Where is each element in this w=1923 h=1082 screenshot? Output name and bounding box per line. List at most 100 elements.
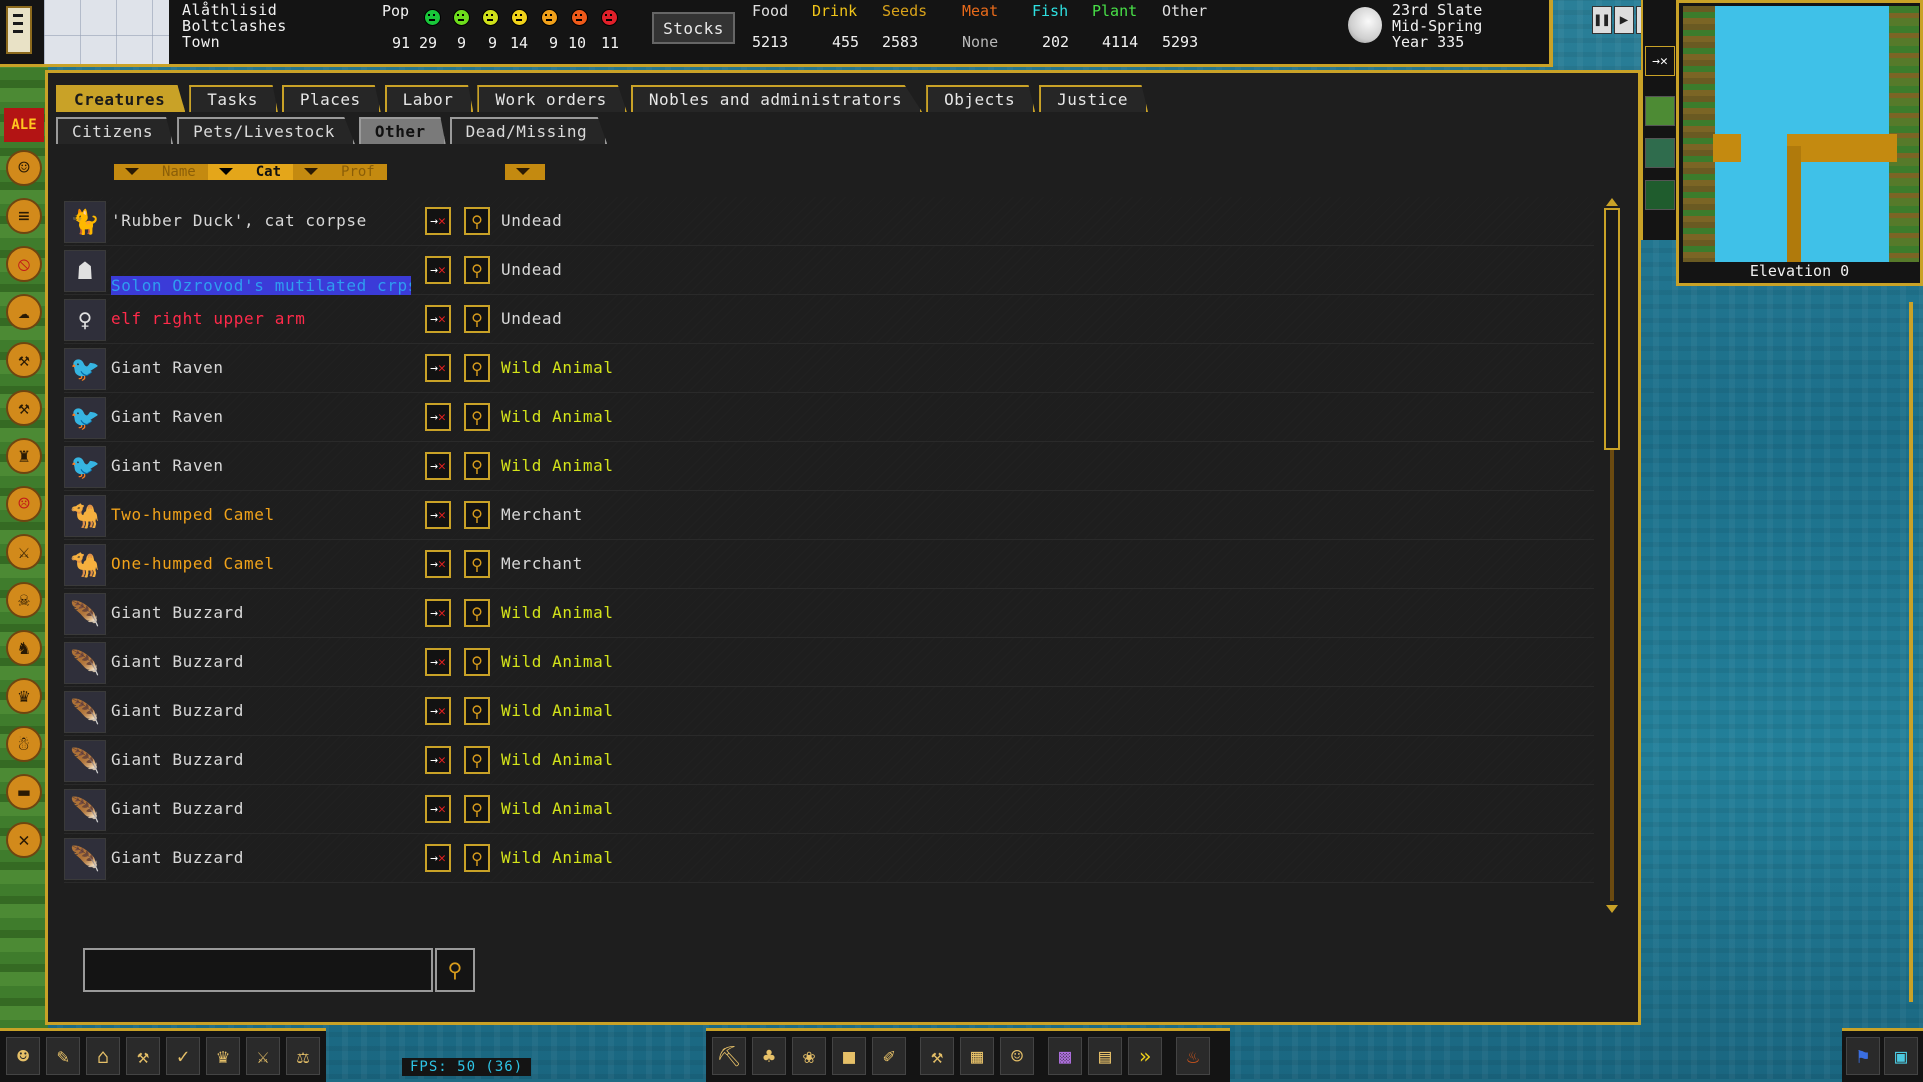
creature-name[interactable]: Giant Raven <box>111 456 224 475</box>
tab-places[interactable]: Places <box>281 85 381 112</box>
view-creature-icon[interactable]: ⚲ <box>464 844 490 872</box>
creature-name[interactable]: Solon Ozrovod's mutilated crps <box>111 276 411 295</box>
map-vertical-scrollbar[interactable] <box>1902 290 1920 1022</box>
nobles-icon[interactable]: ♛ <box>206 1037 240 1075</box>
creature-row[interactable]: ♀ elf right upper arm → ✕ ⚲ Undead <box>64 295 1594 344</box>
map-layer-grass-icon[interactable] <box>1645 96 1675 126</box>
play-icon[interactable]: ▶ <box>1614 6 1634 34</box>
creature-name[interactable]: Two-humped Camel <box>111 505 275 524</box>
zoom-to-creature-icon[interactable]: → ✕ <box>425 795 451 823</box>
search-icon[interactable]: ⚲ <box>435 948 475 992</box>
zoom-to-creature-icon[interactable]: → ✕ <box>425 599 451 627</box>
raven-icon[interactable]: 🐦 <box>64 348 106 390</box>
creature-name[interactable]: Giant Buzzard <box>111 603 244 622</box>
crown-icon[interactable]: ♛ <box>6 678 42 714</box>
build-icon[interactable]: ⚒ <box>920 1037 954 1075</box>
citizens-icon[interactable]: ☻ <box>6 1037 40 1075</box>
work-orders-icon[interactable]: ✓ <box>166 1037 200 1075</box>
cat-icon[interactable]: 🐈 <box>64 201 106 243</box>
creature-name[interactable]: Giant Buzzard <box>111 701 244 720</box>
subtab-citizens[interactable]: Citizens <box>56 117 174 144</box>
weather-icon[interactable]: ☁ <box>6 294 42 330</box>
creature-name[interactable]: Giant Buzzard <box>111 799 244 818</box>
tab-objects[interactable]: Objects <box>926 85 1036 112</box>
raven-icon[interactable]: 🐦 <box>64 446 106 488</box>
sort-prof-arrow-icon[interactable] <box>293 164 330 180</box>
buzzard-icon[interactable]: 🪶 <box>64 740 106 782</box>
view-creature-icon[interactable]: ⚲ <box>464 452 490 480</box>
raven-icon[interactable]: 🐦 <box>64 397 106 439</box>
zoom-to-creature-icon[interactable]: → ✕ <box>425 256 451 284</box>
angry-face-icon[interactable]: ☹ <box>6 486 42 522</box>
creature-name[interactable]: Giant Buzzard <box>111 848 244 867</box>
banner-icon[interactable]: ⚑ <box>1846 1037 1880 1075</box>
view-creature-icon[interactable]: ⚲ <box>464 305 490 333</box>
zones-icon[interactable]: ▩ <box>1048 1037 1082 1075</box>
stocks-button[interactable]: Stocks <box>652 12 735 44</box>
fortress-notes-icon[interactable] <box>6 6 32 54</box>
sort-prof-button[interactable]: Prof <box>329 164 387 180</box>
creature-row[interactable]: 🪶 Giant Buzzard → ✕ ⚲ Wild Animal <box>64 834 1594 883</box>
sword-icon[interactable]: ⚔ <box>6 534 42 570</box>
view-creature-icon[interactable]: ⚲ <box>464 648 490 676</box>
zoom-to-creature-icon[interactable]: → ✕ <box>425 648 451 676</box>
category-filter-arrow-icon[interactable] <box>505 164 545 180</box>
hammer-icon[interactable]: ⚒ <box>6 390 42 426</box>
view-creature-icon[interactable]: ⚲ <box>464 746 490 774</box>
tab-work-orders[interactable]: Work orders <box>477 85 627 112</box>
camel-icon[interactable]: 🐪 <box>64 544 106 586</box>
search-input[interactable] <box>83 948 433 992</box>
zoom-to-creature-icon[interactable]: → ✕ <box>425 305 451 333</box>
alert-badge[interactable]: ALE <box>4 108 44 142</box>
minimap-view[interactable] <box>1683 6 1919 262</box>
chop-trees-icon[interactable]: ♣ <box>752 1037 786 1075</box>
workshop-icon[interactable]: ▦ <box>960 1037 994 1075</box>
elf-icon[interactable]: ♀ <box>64 299 106 341</box>
scroll-down-icon[interactable] <box>1606 905 1618 913</box>
dwarf-portrait-icon[interactable]: ☺ <box>1000 1037 1034 1075</box>
tasks-icon[interactable]: ✎ <box>46 1037 80 1075</box>
erase-icon[interactable]: ✐ <box>872 1037 906 1075</box>
pickaxe-icon[interactable]: ⚒ <box>6 342 42 378</box>
creature-row[interactable]: 🐦 Giant Raven → ✕ ⚲ Wild Animal <box>64 393 1594 442</box>
zoom-to-creature-icon[interactable]: → ✕ <box>425 403 451 431</box>
sort-cat-button[interactable]: Cat <box>243 164 294 180</box>
stockpile-icon[interactable]: ▤ <box>1088 1037 1122 1075</box>
buzzard-icon[interactable]: 🪶 <box>64 838 106 880</box>
objects-icon[interactable]: ⚔ <box>246 1037 280 1075</box>
subtab-other[interactable]: Other <box>358 117 446 144</box>
view-creature-icon[interactable]: ⚲ <box>464 207 490 235</box>
view-creature-icon[interactable]: ⚲ <box>464 256 490 284</box>
places-icon[interactable]: ⌂ <box>86 1037 120 1075</box>
creature-name[interactable]: One-humped Camel <box>111 554 275 573</box>
buzzard-icon[interactable]: 🪶 <box>64 593 106 635</box>
buzzard-icon[interactable]: 🪶 <box>64 789 106 831</box>
creature-name[interactable]: Giant Buzzard <box>111 652 244 671</box>
camel-icon[interactable]: 🐪 <box>64 495 106 537</box>
no-entry-icon[interactable]: ⦸ <box>6 246 42 282</box>
map-scroll-track[interactable] <box>1909 302 1913 1002</box>
justice-icon[interactable]: ⚖ <box>286 1037 320 1075</box>
sort-name-arrow-icon[interactable] <box>114 164 150 180</box>
zoom-to-creature-icon[interactable]: → ✕ <box>425 746 451 774</box>
creature-name[interactable]: Giant Raven <box>111 358 224 377</box>
smooth-icon[interactable]: ■ <box>832 1037 866 1075</box>
creature-name[interactable]: Giant Buzzard <box>111 750 244 769</box>
creature-name[interactable]: 'Rubber Duck', cat corpse <box>111 211 367 230</box>
creature-row[interactable]: 🐈 'Rubber Duck', cat corpse → ✕ ⚲ Undead <box>64 197 1594 246</box>
world-map-icon[interactable]: ▣ <box>1884 1037 1918 1075</box>
creature-name[interactable]: elf right upper arm <box>111 309 305 328</box>
pause-icon[interactable]: ❚❚ <box>1592 6 1612 34</box>
view-creature-icon[interactable]: ⚲ <box>464 501 490 529</box>
view-creature-icon[interactable]: ⚲ <box>464 795 490 823</box>
zoom-to-creature-icon[interactable]: → ✕ <box>425 844 451 872</box>
sort-name-button[interactable]: Name <box>150 164 208 180</box>
view-creature-icon[interactable]: ⚲ <box>464 697 490 725</box>
tab-nobles[interactable]: Nobles and administrators <box>630 85 923 112</box>
zoom-to-creature-icon[interactable]: → ✕ <box>425 697 451 725</box>
sort-cat-arrow-icon[interactable] <box>207 164 244 180</box>
creature-row[interactable]: 🐪 Two-humped Camel → ✕ ⚲ Merchant <box>64 491 1594 540</box>
map-layer-tree-icon[interactable] <box>1645 138 1675 168</box>
scroll-icon[interactable]: ≡ <box>6 198 42 234</box>
tab-labor[interactable]: Labor <box>384 85 474 112</box>
